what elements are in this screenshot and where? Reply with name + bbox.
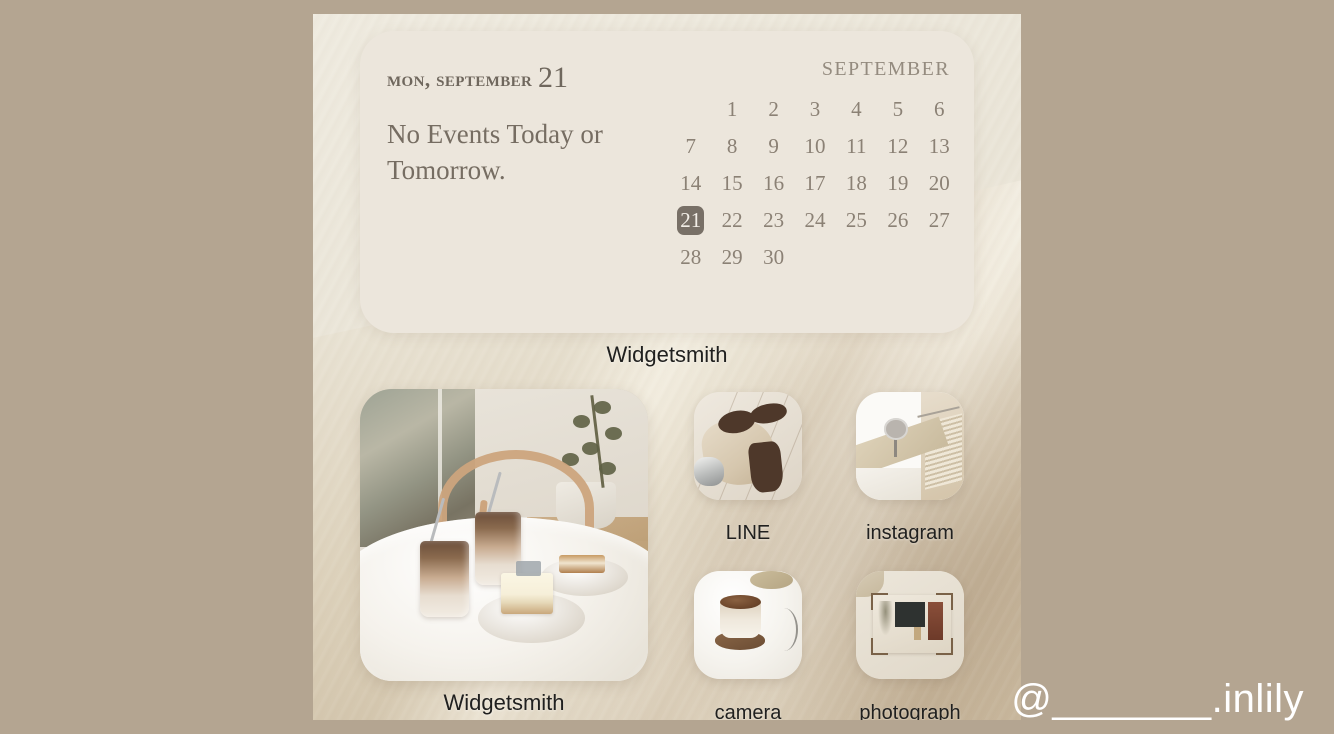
calendar-cell-day[interactable]: 26 [877,206,918,235]
metal-can [694,456,725,486]
calendar-cell-day[interactable]: 12 [877,132,918,161]
calendar-month-label: SEPTEMBER [821,58,950,80]
calendar-cell-day[interactable]: 22 [711,206,752,235]
calendar-cell-day[interactable]: 20 [919,169,960,198]
ph-frame-corner [936,638,954,656]
cam-saucer [750,571,794,590]
calendar-widget-app-label: Widgetsmith [606,342,728,367]
calendar-cell-day[interactable]: 1 [711,95,752,124]
watermark-handle: @_______.inlily [1011,677,1304,721]
cam-latte-foam [719,594,761,609]
calendar-cell-day[interactable]: 3 [794,95,835,124]
calendar-cell-day[interactable]: 10 [794,132,835,161]
instagram-app-icon-art [856,392,964,500]
instagram-app-label: instagram [866,522,954,544]
line-app-icon[interactable] [694,392,802,500]
cafe-leaf [605,426,623,440]
line-app-icon-art [694,392,802,500]
photograph-app-icon-art [856,571,964,679]
calendar-cell-day[interactable]: 30 [753,243,794,272]
calendar-cell-day[interactable]: 17 [794,169,835,198]
camera-app-icon[interactable] [694,571,802,679]
calendar-widget-right-pane: SEPTEMBER 1 2 3 4 5 6 7 8 9 10 11 12 13 14 15 16 17 18 19 2… [670,58,960,272]
calendar-widget[interactable]: Mon, September 21 No Events Today or Tom… [360,31,974,333]
ph-chair [913,627,922,641]
camera-app-icon-art [694,571,802,679]
folded-garment [747,440,786,493]
calendar-cell-day[interactable]: 28 [670,243,711,272]
calendar-cell-day[interactable]: 19 [877,169,918,198]
phone-home-screen: Mon, September 21 No Events Today or Tom… [313,14,1021,720]
calendar-date-heading: Mon, September 21 [387,61,687,95]
calendar-cell-day[interactable]: 15 [711,169,752,198]
calendar-cell-day[interactable]: 6 [919,95,960,124]
calendar-cell-day[interactable]: 14 [670,169,711,198]
calendar-cell-day[interactable]: 13 [919,132,960,161]
line-app-label: LINE [725,522,771,544]
calendar-cell-day[interactable]: 29 [711,243,752,272]
calendar-cell-day[interactable]: 2 [753,95,794,124]
calendar-cell-day[interactable]: 8 [711,132,752,161]
ph-frame-corner [936,592,954,610]
calendar-cell-day[interactable]: 27 [919,206,960,235]
calendar-cell-day[interactable]: 11 [836,132,877,161]
photograph-app-label: photograph [859,702,961,720]
cafe-cake-slice [501,572,553,614]
calendar-widget-left-pane: Mon, September 21 No Events Today or Tom… [387,61,687,189]
camera-app-label: camera [714,702,782,720]
cam-wire [770,607,798,651]
instagram-app-icon[interactable] [856,392,964,500]
calendar-day-grid[interactable]: 1 2 3 4 5 6 7 8 9 10 11 12 13 14 15 16 17 18 19 20 21 22 23 24 2… [670,95,960,272]
ph-storefront-window [895,601,925,628]
cafe-leaf [593,400,611,414]
ig-round-sign [884,417,908,440]
calendar-date-heading-day: 21 [537,61,568,94]
cafe-cake-decoration [515,561,542,576]
calendar-cell-day[interactable]: 4 [836,95,877,124]
cafe-leaf [582,441,600,455]
calendar-cell-day[interactable]: 7 [670,132,711,161]
photograph-app-icon[interactable] [856,571,964,679]
calendar-cell-today[interactable]: 21 [677,206,705,235]
outer-canvas: Mon, September 21 No Events Today or Tom… [0,0,1334,734]
cafe-iced-latte [420,540,470,617]
calendar-cell-day[interactable]: 5 [877,95,918,124]
photo-widget[interactable] [360,389,648,681]
ph-frame-corner [871,592,889,610]
photo-widget-app-label: Widgetsmith [443,690,565,715]
calendar-events-text: No Events Today or Tomorrow. [387,119,603,185]
calendar-cell-day[interactable]: 23 [753,206,794,235]
calendar-cell-day[interactable]: 25 [836,206,877,235]
ph-frame-corner [871,638,889,656]
calendar-date-heading-text: Mon, September [387,67,533,91]
calendar-cell-day[interactable]: 9 [753,132,794,161]
cafe-pastry [558,555,605,573]
cafe-photo-image [360,389,648,681]
calendar-cell-day[interactable]: 16 [753,169,794,198]
calendar-cell-day[interactable]: 18 [836,169,877,198]
ig-lower-wall [856,467,921,500]
calendar-cell-day[interactable]: 24 [794,206,835,235]
